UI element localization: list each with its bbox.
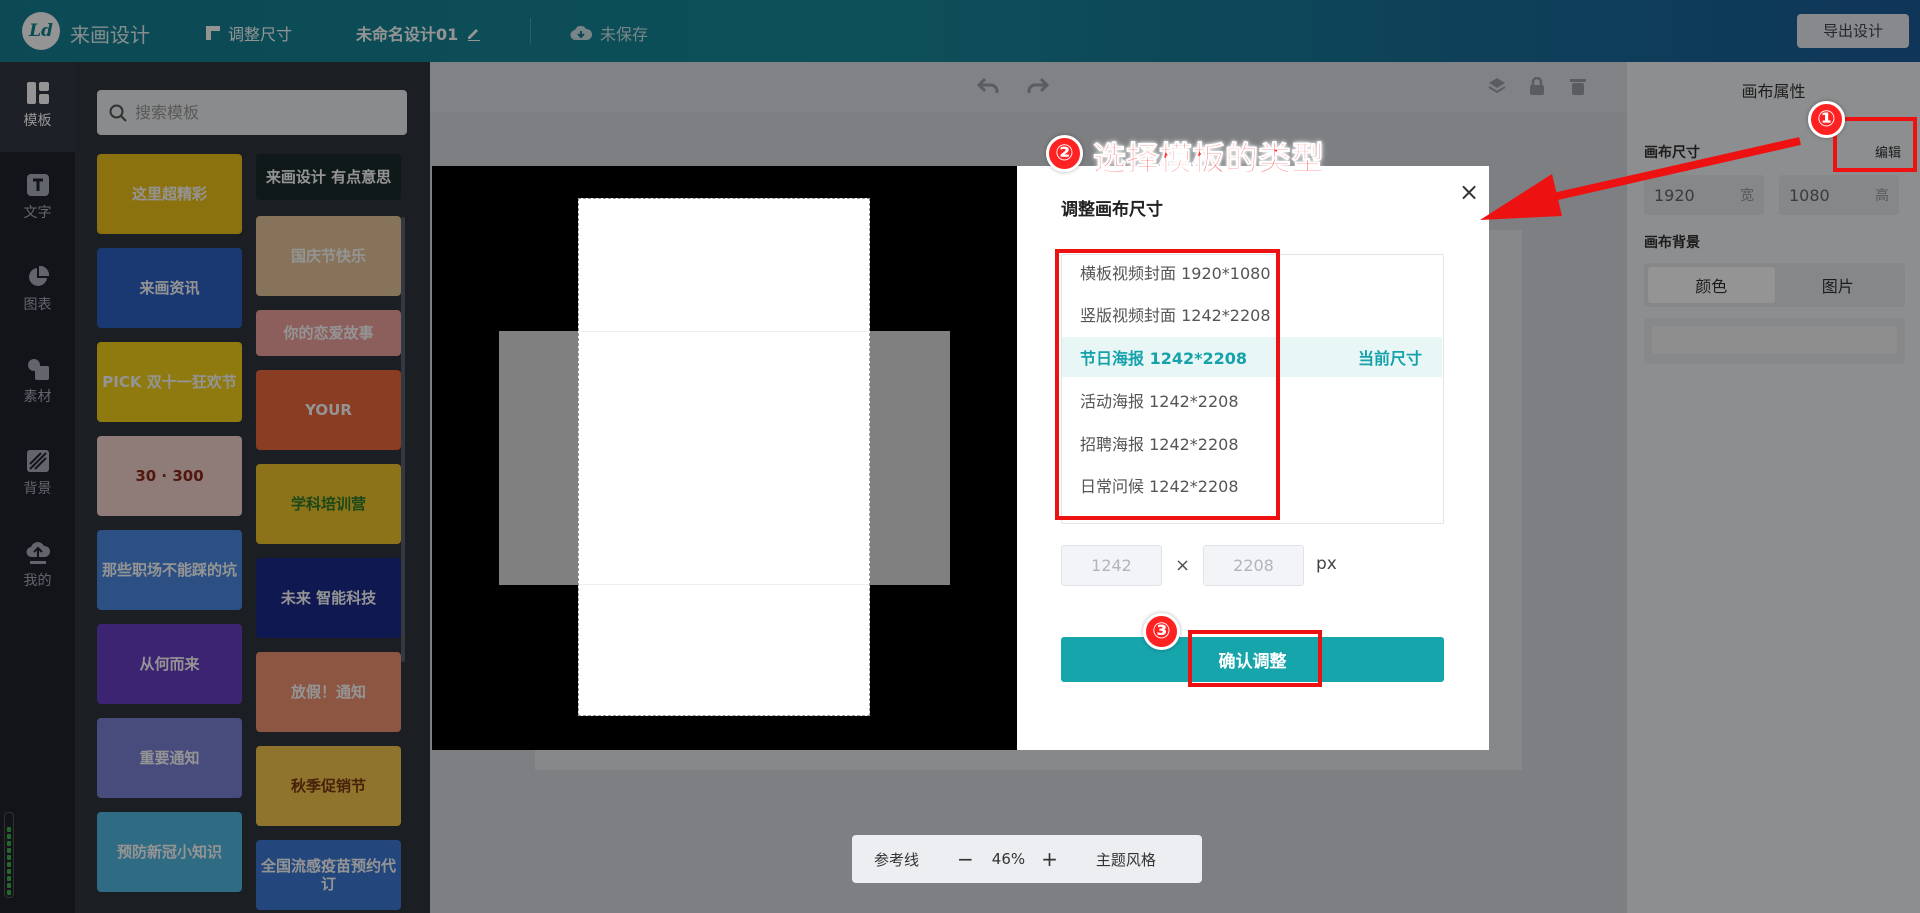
annotation-arrow-icon: [1480, 137, 1801, 220]
